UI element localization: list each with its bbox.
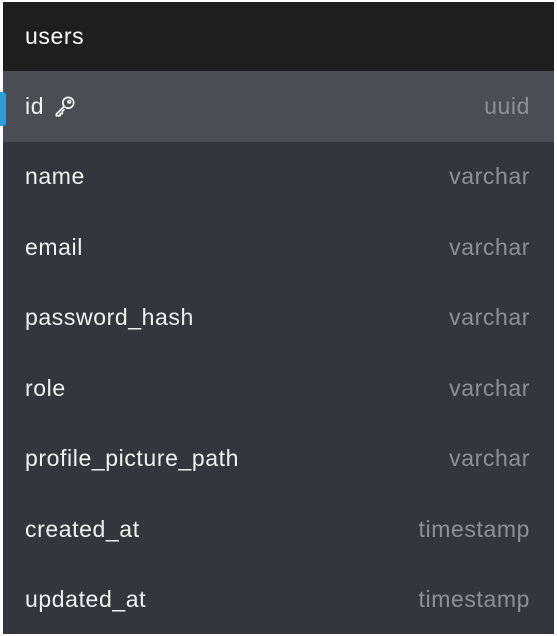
column-type: varchar bbox=[449, 445, 530, 472]
column-type: varchar bbox=[449, 304, 530, 331]
users-table-card[interactable]: users id uuid name varchar email varchar… bbox=[3, 2, 554, 634]
table-title: users bbox=[25, 23, 85, 49]
column-type: timestamp bbox=[418, 515, 530, 542]
column-row-created-at[interactable]: created_at timestamp bbox=[3, 494, 554, 565]
key-icon bbox=[52, 93, 78, 119]
column-type: varchar bbox=[449, 163, 530, 190]
column-row-password-hash[interactable]: password_hash varchar bbox=[3, 283, 554, 354]
column-type: uuid bbox=[484, 92, 530, 119]
relationship-connector[interactable] bbox=[0, 92, 6, 126]
column-row-updated-at[interactable]: updated_at timestamp bbox=[3, 565, 554, 635]
column-type: timestamp bbox=[418, 586, 530, 613]
column-row-id[interactable]: id uuid bbox=[3, 71, 554, 142]
column-type: varchar bbox=[449, 374, 530, 401]
column-name: email bbox=[25, 233, 83, 260]
column-row-role[interactable]: role varchar bbox=[3, 353, 554, 424]
column-row-email[interactable]: email varchar bbox=[3, 212, 554, 283]
column-list: id uuid name varchar email varchar passw… bbox=[3, 71, 554, 634]
column-name: name bbox=[25, 163, 85, 190]
column-row-name[interactable]: name varchar bbox=[3, 142, 554, 213]
column-name: password_hash bbox=[25, 304, 194, 331]
column-name: created_at bbox=[25, 515, 140, 542]
column-type: varchar bbox=[449, 233, 530, 260]
column-name: id bbox=[25, 92, 45, 119]
column-name: updated_at bbox=[25, 586, 147, 613]
column-row-profile-picture-path[interactable]: profile_picture_path varchar bbox=[3, 424, 554, 495]
column-name: role bbox=[25, 374, 66, 401]
column-name: profile_picture_path bbox=[25, 445, 240, 472]
table-header[interactable]: users bbox=[3, 2, 554, 71]
